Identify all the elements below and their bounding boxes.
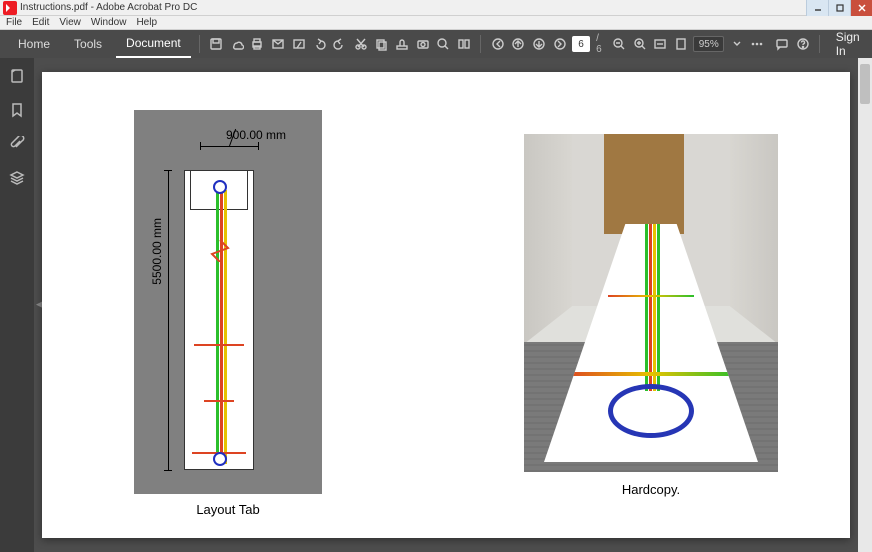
- zoom-level[interactable]: 95%: [693, 36, 724, 52]
- mail-icon[interactable]: [270, 33, 287, 55]
- stamp-icon[interactable]: [394, 33, 411, 55]
- tab-home[interactable]: Home: [8, 31, 60, 57]
- window-controls: [806, 0, 872, 16]
- figure-layout: 900.00 mm 5500.00 mm: [134, 110, 322, 517]
- menu-file[interactable]: File: [6, 17, 22, 28]
- group-icon[interactable]: [456, 33, 473, 55]
- fit-width-icon[interactable]: [652, 33, 669, 55]
- camera-icon[interactable]: [414, 33, 431, 55]
- undo-icon[interactable]: [311, 33, 328, 55]
- dim-width-label: 900.00 mm: [226, 128, 396, 142]
- menu-window[interactable]: Window: [91, 17, 127, 28]
- caption-hardcopy: Hardcopy.: [524, 482, 778, 497]
- comment-icon[interactable]: [774, 33, 791, 55]
- layers-icon[interactable]: [7, 168, 27, 188]
- menu-edit[interactable]: Edit: [32, 17, 49, 28]
- prev-page-icon[interactable]: [510, 33, 527, 55]
- thumbnails-icon[interactable]: [7, 66, 27, 86]
- zoom-dropdown-icon[interactable]: [728, 33, 745, 55]
- caption-layout-tab: Layout Tab: [134, 502, 322, 517]
- print-icon[interactable]: [249, 33, 266, 55]
- signin-link[interactable]: Sign In: [836, 30, 864, 58]
- zoom-out-icon[interactable]: [611, 33, 628, 55]
- tab-tools[interactable]: Tools: [64, 31, 112, 57]
- app-icon: [3, 1, 17, 15]
- window-title: Instructions.pdf - Adobe Acrobat Pro DC: [20, 2, 806, 13]
- pdf-page: 900.00 mm 5500.00 mm: [42, 72, 850, 538]
- help-icon[interactable]: [794, 33, 811, 55]
- first-page-icon[interactable]: [489, 33, 506, 55]
- menu-view[interactable]: View: [59, 17, 81, 28]
- hardcopy-photo: [524, 134, 778, 472]
- more-tools-icon[interactable]: [749, 33, 766, 55]
- separator: [480, 35, 481, 53]
- save-icon[interactable]: [208, 33, 225, 55]
- separator: [819, 35, 820, 53]
- document-area: ◄ 900.00 mm 5500.00 mm: [34, 58, 872, 552]
- scroll-thumb[interactable]: [860, 64, 870, 104]
- workspace: ◄ 900.00 mm 5500.00 mm: [0, 58, 872, 552]
- attachment-icon[interactable]: [7, 134, 27, 154]
- cloud-icon[interactable]: [228, 33, 245, 55]
- tab-document[interactable]: Document: [116, 30, 191, 58]
- dim-height-label: 5500.00 mm: [150, 218, 164, 285]
- share-icon[interactable]: [290, 33, 307, 55]
- zoom-in-icon[interactable]: [631, 33, 648, 55]
- cut-icon[interactable]: [352, 33, 369, 55]
- close-button[interactable]: [850, 0, 872, 16]
- vertical-scrollbar[interactable]: [858, 58, 872, 552]
- page-number-input[interactable]: 6: [572, 36, 590, 52]
- page-total: / 6: [596, 33, 604, 55]
- minimize-button[interactable]: [806, 0, 828, 16]
- separator: [199, 35, 200, 53]
- menu-help[interactable]: Help: [136, 17, 157, 28]
- search-icon[interactable]: [435, 33, 452, 55]
- last-page-icon[interactable]: [551, 33, 568, 55]
- copy-icon[interactable]: [373, 33, 390, 55]
- next-page-icon[interactable]: [531, 33, 548, 55]
- toolbar: Home Tools Document 6 / 6 95% Sign In: [0, 30, 872, 58]
- layout-diagram: 900.00 mm 5500.00 mm: [134, 110, 322, 494]
- titlebar: Instructions.pdf - Adobe Acrobat Pro DC: [0, 0, 872, 16]
- menubar: File Edit View Window Help: [0, 16, 872, 30]
- bookmark-icon[interactable]: [7, 100, 27, 120]
- figure-hardcopy: Hardcopy.: [524, 134, 778, 497]
- fit-page-icon[interactable]: [673, 33, 690, 55]
- nav-rail: [0, 58, 34, 552]
- redo-icon[interactable]: [332, 33, 349, 55]
- maximize-button[interactable]: [828, 0, 850, 16]
